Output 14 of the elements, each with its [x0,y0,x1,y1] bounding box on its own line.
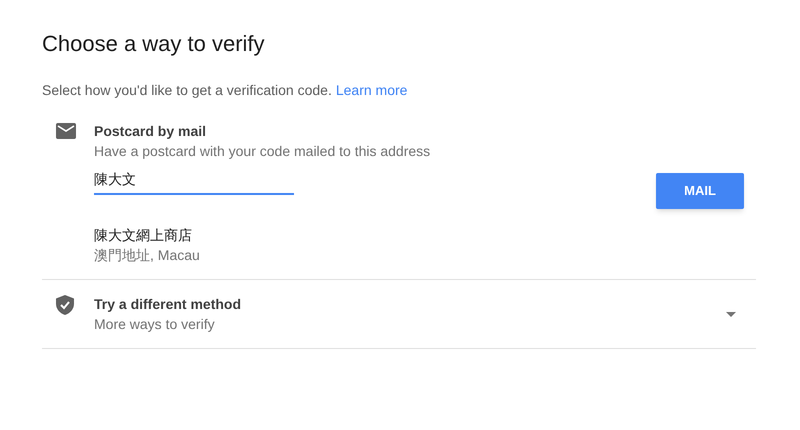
mail-button[interactable]: MAIL [656,173,744,209]
name-field[interactable]: 陳大文 [94,167,294,195]
address-name: 陳大文網上商店 [94,226,193,245]
instruction-text: Select how you'd like to get a verification code. [42,81,332,100]
option-description: More ways to verify [94,315,216,334]
envelope-icon [56,123,76,139]
shield-check-icon [56,295,74,315]
option-title: Postcard by mail [94,122,208,141]
page-title: Choose a way to verify [42,30,266,58]
address-location: 澳門地址, Macau [94,246,201,265]
option-title: Try a different method [94,295,242,314]
option-description: Have a postcard with your code mailed to this address [94,142,432,161]
caret-icon[interactable] [726,312,736,316]
learn-more-link[interactable]: Learn more [336,80,408,101]
